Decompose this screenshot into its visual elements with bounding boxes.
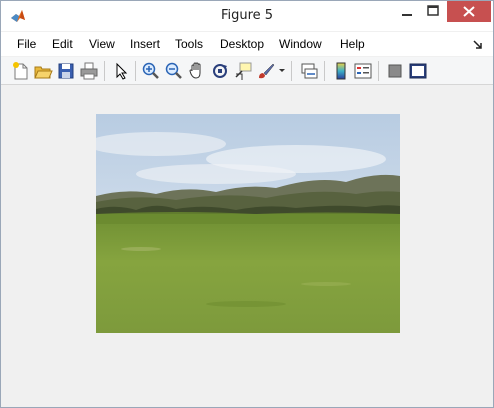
zoom-in-icon[interactable] [141,61,161,81]
save-icon[interactable] [56,61,76,81]
close-icon [463,6,475,17]
brush-icon[interactable] [256,61,276,81]
minimize-button[interactable] [394,1,420,22]
title-bar[interactable]: Figure 5 [1,1,493,31]
link-plot-icon[interactable] [299,61,319,81]
edit-plot-arrow-icon[interactable] [111,61,131,81]
data-cursor-icon[interactable] [233,61,253,81]
print-icon[interactable] [79,61,99,81]
toolbar-separator [104,61,105,81]
zoom-out-icon[interactable] [164,61,184,81]
menu-help[interactable]: Help [340,37,365,51]
dock-arrow-icon[interactable] [473,40,483,50]
menu-bar: File Edit View Insert Tools Desktop Wind… [1,32,493,56]
show-plot-tools-icon[interactable] [408,61,428,81]
landscape-image[interactable] [96,114,400,333]
rotate-3d-icon[interactable] [210,61,230,81]
brush-dropdown-icon[interactable] [278,68,286,74]
figure-canvas[interactable] [1,85,493,407]
open-file-icon[interactable] [33,61,53,81]
toolbar-separator [135,61,136,81]
close-button[interactable] [447,1,491,22]
figure-toolbar [1,57,493,85]
toolbar-separator [291,61,292,81]
menu-desktop[interactable]: Desktop [220,37,264,51]
toolbar-separator [324,61,325,81]
maximize-icon [427,5,439,16]
insert-legend-icon[interactable] [353,61,373,81]
new-figure-icon[interactable] [11,61,31,81]
maximize-button[interactable] [420,1,446,22]
menu-edit[interactable]: Edit [52,37,73,51]
toolbar-separator [378,61,379,81]
figure-window: Figure 5 File Edit View Insert Tools Des… [0,0,494,408]
menu-tools[interactable]: Tools [175,37,203,51]
menu-view[interactable]: View [89,37,115,51]
minimize-icon [402,14,412,16]
menu-file[interactable]: File [17,37,36,51]
insert-colorbar-icon[interactable] [331,61,351,81]
hide-plot-tools-icon[interactable] [385,61,405,81]
menu-insert[interactable]: Insert [130,37,160,51]
pan-hand-icon[interactable] [187,61,207,81]
menu-window[interactable]: Window [279,37,322,51]
